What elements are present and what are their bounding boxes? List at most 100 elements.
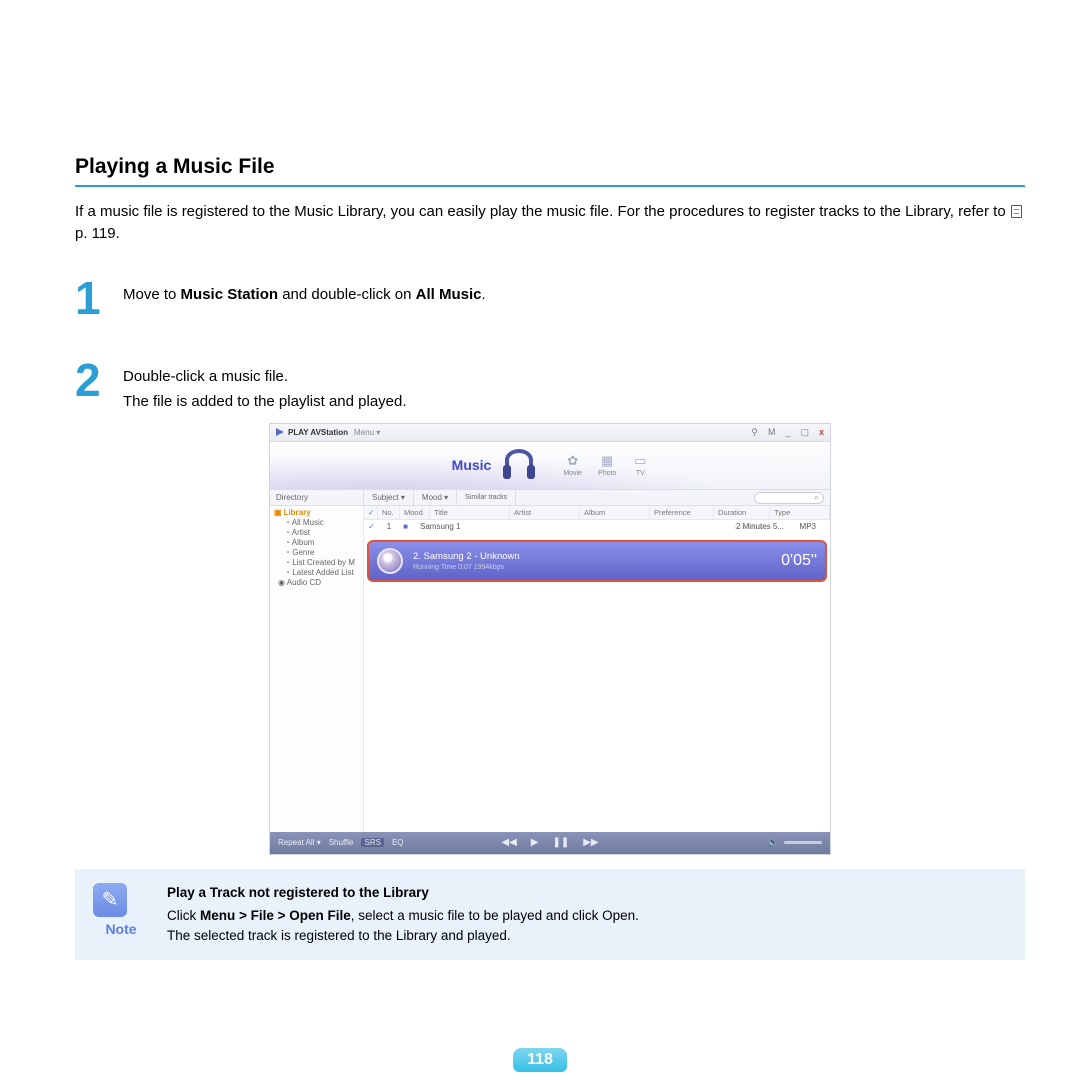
col-type[interactable]: Type — [770, 506, 830, 519]
nav-tv-label: TV — [636, 470, 645, 477]
content-area: ✓ No. Mood Title Artist Album Preference… — [364, 506, 830, 832]
step-1-number: 1 — [75, 275, 123, 321]
note-label: Note — [93, 921, 149, 937]
volume-slider[interactable] — [784, 841, 822, 844]
volume-icon[interactable]: 🔈 — [768, 838, 778, 847]
sidebar-item-list-created[interactable]: ⁃ List Created by M — [274, 558, 359, 567]
player-footer: Repeat All ▾ Shuffle SRS EQ ◀◀ ▶ ❚❚ ▶▶ 🔈 — [270, 832, 830, 854]
shuffle-toggle[interactable]: Shuffle — [329, 838, 354, 847]
nav-photo[interactable]: ▦Photo — [598, 453, 616, 477]
pause-button[interactable]: ❚❚ — [552, 837, 569, 848]
sidebar-item-genre[interactable]: ⁃ Genre — [274, 548, 359, 557]
col-duration[interactable]: Duration — [714, 506, 770, 519]
page-ref-icon — [1011, 205, 1022, 218]
app-screenshot: PLAY AVStation Menu ▾ ⚲ M _ ▢ x Music ✿M… — [269, 423, 831, 855]
col-album[interactable]: Album — [580, 506, 650, 519]
titlebar-pin-button[interactable]: ⚲ — [751, 427, 758, 438]
track-row-1[interactable]: ✓ 1 ■ Samsung 1 ☆☆☆☆☆ 2 Minutes 5... MP3 — [364, 520, 830, 534]
intro-paragraph: If a music file is registered to the Mus… — [75, 201, 1025, 245]
now-playing-subtitle: Running Time 0:07 1994kbps — [413, 564, 520, 571]
search-input[interactable]: ⌕ — [754, 492, 824, 504]
step-2-number: 2 — [75, 357, 123, 415]
play-button[interactable]: ▶ — [531, 837, 539, 848]
nav-tv[interactable]: ▭TV — [632, 453, 648, 477]
step1-pre: Move to — [123, 286, 181, 303]
col-artist[interactable]: Artist — [510, 506, 580, 519]
folder-icon: ▣ — [274, 508, 282, 517]
row-check-icon: ✓ — [368, 522, 375, 531]
tv-icon: ▭ — [632, 453, 648, 469]
filter-similar[interactable]: Similar tracks — [457, 490, 516, 505]
row1-type: MP3 — [800, 522, 816, 531]
search-icon: ⌕ — [814, 492, 819, 503]
menu-dropdown[interactable]: Menu ▾ — [354, 428, 380, 437]
sidebar-item-artist[interactable]: ⁃ Artist — [274, 528, 359, 537]
titlebar-m-button[interactable]: M — [768, 427, 776, 438]
nav-movie-label: Movie — [563, 470, 582, 477]
note-line2: The selected track is registered to the … — [167, 926, 639, 946]
titlebar-maximize-button[interactable]: ▢ — [800, 427, 809, 438]
step1-b2: All Music — [416, 286, 482, 303]
col-title[interactable]: Title — [430, 506, 510, 519]
titlebar-minimize-button[interactable]: _ — [785, 427, 790, 438]
app-title: PLAY AVStation — [288, 428, 348, 437]
film-reel-icon: ✿ — [565, 453, 581, 469]
step-2: 2 Double-click a music file. The file is… — [75, 357, 1025, 415]
sidebar-item-album[interactable]: ⁃ Album — [274, 538, 359, 547]
step1-mid: and double-click on — [278, 286, 416, 303]
header-section-label: Music — [452, 457, 492, 473]
note-box: ✎ Note Play a Track not registered to th… — [75, 869, 1025, 961]
column-headers: ✓ No. Mood Title Artist Album Preference… — [364, 506, 830, 520]
col-check[interactable]: ✓ — [364, 506, 378, 519]
sidebar-item-all-music[interactable]: ⁃ All Music — [274, 518, 359, 527]
step-1-body: Move to Music Station and double-click o… — [123, 275, 486, 321]
step1-b1: Music Station — [181, 286, 279, 303]
filter-subject[interactable]: Subject ▾ — [364, 490, 414, 505]
app-filter-bar: Directory Subject ▾ Mood ▾ Similar track… — [270, 490, 830, 506]
row1-mood: ■ — [403, 522, 408, 531]
note-pencil-icon: ✎ — [93, 883, 127, 917]
eq-button[interactable]: EQ — [392, 838, 404, 847]
app-logo-icon — [276, 428, 284, 436]
next-button[interactable]: ▶▶ — [583, 837, 598, 848]
row1-duration: 2 Minutes 5... — [736, 522, 784, 531]
page-title: Playing a Music File — [75, 155, 1025, 179]
col-preference[interactable]: Preference — [650, 506, 714, 519]
now-playing-title: 2. Samsung 2 - Unknown — [413, 551, 520, 562]
nav-movie[interactable]: ✿Movie — [563, 453, 582, 477]
sidebar-root-label: Library — [284, 508, 311, 517]
row1-no: 1 — [387, 522, 391, 531]
screenshot-container: PLAY AVStation Menu ▾ ⚲ M _ ▢ x Music ✿M… — [75, 423, 1025, 855]
now-playing-time: 0'05'' — [781, 552, 817, 570]
now-playing-bar[interactable]: 2. Samsung 2 - Unknown Running Time 0:07… — [367, 540, 827, 582]
filter-mood[interactable]: Mood ▾ — [414, 490, 457, 505]
col-mood[interactable]: Mood — [400, 506, 430, 519]
cd-icon: ◉ — [278, 578, 285, 587]
filter-directory[interactable]: Directory — [270, 490, 364, 505]
sidebar: ▣Library ⁃ All Music ⁃ Artist ⁃ Album ⁃ … — [270, 506, 364, 832]
step1-post: . — [482, 286, 486, 303]
intro-post: p. 119. — [75, 225, 120, 242]
intro-pre: If a music file is registered to the Mus… — [75, 203, 1010, 220]
headphones-icon — [499, 445, 539, 485]
nav-photo-label: Photo — [598, 470, 616, 477]
step2-line2: The file is added to the playlist and pl… — [123, 389, 407, 415]
app-header: Music ✿Movie ▦Photo ▭TV — [270, 442, 830, 490]
note-title: Play a Track not registered to the Libra… — [167, 883, 639, 903]
photo-icon: ▦ — [599, 453, 615, 469]
sidebar-item-latest-added[interactable]: ⁃ Latest Added List — [274, 568, 359, 577]
step-2-body: Double-click a music file. The file is a… — [123, 357, 407, 415]
sidebar-item-audio-cd[interactable]: ◉ Audio CD — [274, 578, 359, 587]
repeat-mode[interactable]: Repeat All ▾ — [278, 838, 321, 847]
page-number: 118 — [513, 1048, 567, 1072]
srs-button[interactable]: SRS — [361, 838, 383, 847]
col-no[interactable]: No. — [378, 506, 400, 519]
app-titlebar: PLAY AVStation Menu ▾ ⚲ M _ ▢ x — [270, 424, 830, 442]
note-line1: Click Menu > File > Open File, select a … — [167, 906, 639, 926]
page-number-badge: 118 — [513, 1048, 567, 1072]
sidebar-library-root[interactable]: ▣Library — [274, 508, 359, 517]
title-divider — [75, 185, 1025, 187]
prev-button[interactable]: ◀◀ — [501, 837, 516, 848]
titlebar-close-button[interactable]: x — [819, 427, 824, 438]
step2-line1: Double-click a music file. — [123, 364, 407, 390]
